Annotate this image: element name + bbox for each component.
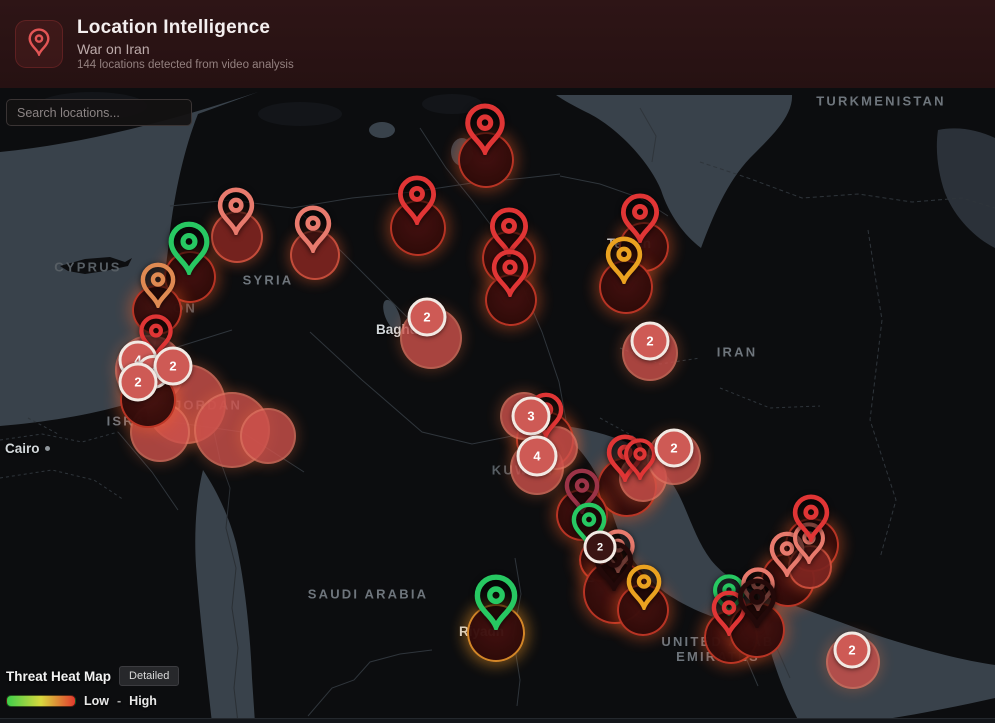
cluster-marker[interactable]: 2 (408, 298, 447, 337)
map-pin-coral[interactable] (139, 262, 178, 313)
bottom-strip (0, 718, 995, 723)
country-label: CYPRUS (54, 260, 121, 275)
city-label: Cairo (5, 441, 50, 456)
lake-van (369, 122, 395, 138)
country-label: TURKMENISTAN (816, 94, 945, 109)
country-label: IRAN (717, 345, 758, 360)
cluster-marker[interactable]: 2 (584, 531, 617, 564)
map-pin-dark[interactable] (736, 578, 779, 633)
map-pin-red[interactable] (396, 175, 439, 230)
cluster-marker[interactable]: 2 (655, 429, 694, 468)
cluster-marker[interactable]: 3 (512, 397, 551, 436)
legend-low-label: Low (84, 694, 109, 708)
map-pin-orange[interactable] (604, 236, 645, 289)
country-label: ISRAEL (107, 414, 168, 429)
map-pin-red[interactable] (463, 103, 508, 160)
cluster-marker[interactable]: 2 (834, 632, 871, 669)
cluster-marker[interactable]: 2 (631, 322, 670, 361)
city-dot (45, 446, 50, 451)
cluster-marker[interactable]: 2 (119, 363, 158, 402)
map-pin-red[interactable] (622, 438, 658, 485)
header: Location Intelligence War on Iran 144 lo… (0, 0, 995, 88)
map-pin-orange[interactable] (625, 564, 664, 615)
map-pin-green[interactable] (472, 574, 520, 635)
app-icon-tile (15, 20, 63, 68)
legend-separator: - (117, 694, 121, 708)
gulf-of-oman (757, 592, 995, 723)
cluster-marker[interactable]: 4 (517, 436, 558, 477)
country-label: SAUDI ARABIA (308, 587, 429, 602)
cluster-marker[interactable]: 2 (154, 347, 193, 386)
right-edge-water (937, 128, 995, 248)
map-canvas[interactable]: CYPRUSSYRIAJORDANISRAELIRANKUWAITSAUDI A… (0, 88, 995, 723)
map-pin-salmon[interactable] (216, 187, 257, 240)
map-pin-red[interactable] (791, 494, 832, 547)
search-input[interactable] (6, 99, 192, 126)
map-pin-red[interactable] (490, 249, 531, 302)
caspian-sea (556, 95, 792, 248)
page-subtitle: War on Iran (77, 41, 294, 57)
threat-legend: Threat Heat Map Detailed Low - High (6, 666, 179, 708)
map-pin-icon (26, 28, 52, 61)
detection-caption: 144 locations detected from video analys… (77, 59, 294, 71)
legend-high-label: High (129, 694, 157, 708)
detailed-button[interactable]: Detailed (119, 666, 179, 686)
map-pin-salmon[interactable] (293, 205, 334, 258)
heat-gradient-bar (6, 695, 76, 707)
page-title: Location Intelligence (77, 17, 294, 39)
country-label: JORDAN (174, 398, 242, 413)
country-label: SYRIA (243, 273, 294, 288)
legend-title: Threat Heat Map (6, 669, 111, 684)
red-sea (195, 470, 255, 723)
